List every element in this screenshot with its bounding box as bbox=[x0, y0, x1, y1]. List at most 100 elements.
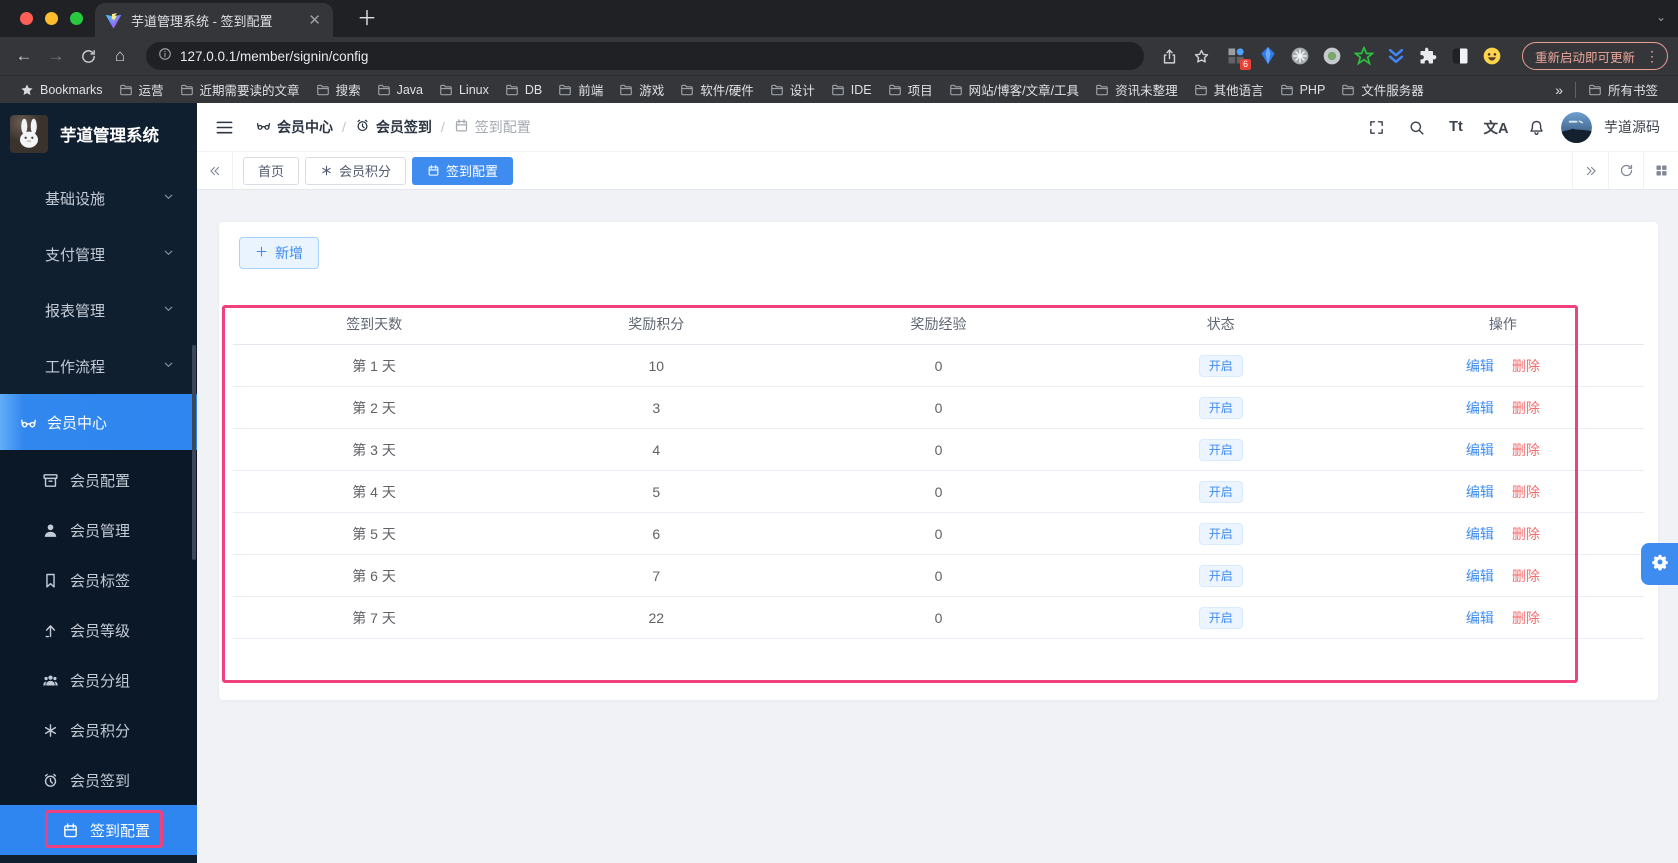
bookmark-folder[interactable]: 游戏 bbox=[611, 77, 672, 102]
bookmark-folder[interactable]: 设计 bbox=[762, 77, 823, 102]
snowflake-extension-icon[interactable] bbox=[1290, 46, 1310, 66]
sidebar-item-会员标签[interactable]: 会员标签 bbox=[0, 555, 197, 605]
home-button[interactable]: ⌂ bbox=[106, 42, 134, 70]
sidebar-item-会员分组[interactable]: 会员分组 bbox=[0, 655, 197, 705]
language-button[interactable]: 文A bbox=[1481, 112, 1511, 142]
app-logo-row[interactable]: 芋道管理系统 bbox=[0, 103, 197, 165]
layout-grid-button[interactable] bbox=[1643, 152, 1678, 189]
record-extension-icon[interactable] bbox=[1322, 46, 1342, 66]
column-header: 操作 bbox=[1488, 315, 1517, 332]
edit-link[interactable]: 编辑 bbox=[1466, 398, 1494, 418]
tag-view-首页[interactable]: 首页 bbox=[243, 156, 300, 185]
sidebar-item-会员配置[interactable]: 会员配置 bbox=[0, 455, 197, 505]
bookmark-folder[interactable]: Linux bbox=[431, 80, 497, 100]
sidebar-section-工作流程[interactable]: 工作流程 bbox=[0, 338, 197, 394]
bookmark-folder[interactable]: DB bbox=[497, 80, 550, 100]
search-icon[interactable] bbox=[1401, 112, 1431, 142]
sidebar-section-报表管理[interactable]: 报表管理 bbox=[0, 282, 197, 338]
font-size-button[interactable]: Tt bbox=[1441, 112, 1471, 142]
bookmarks-star-item[interactable]: Bookmarks bbox=[12, 80, 111, 100]
tab-close-icon[interactable]: ✕ bbox=[306, 11, 323, 29]
delete-link[interactable]: 删除 bbox=[1512, 566, 1540, 586]
edit-link[interactable]: 编辑 bbox=[1466, 356, 1494, 376]
sidebar-item-会员等级[interactable]: 会员等级 bbox=[0, 605, 197, 655]
share-button[interactable] bbox=[1156, 42, 1184, 70]
bookmark-folder[interactable]: 近期需要读的文章 bbox=[172, 77, 308, 102]
table-row: 第 3 天 4 0 开启 编辑 删除 bbox=[233, 429, 1644, 471]
back-button[interactable]: ← bbox=[10, 42, 38, 70]
bookmark-folder[interactable]: 资讯未整理 bbox=[1087, 77, 1186, 102]
delete-link[interactable]: 删除 bbox=[1512, 440, 1540, 460]
grid-badge-extension-icon[interactable]: 6 bbox=[1226, 46, 1251, 70]
theme-settings-button[interactable] bbox=[1641, 543, 1678, 585]
bookmark-folder[interactable]: 其他语言 bbox=[1186, 77, 1272, 102]
reload-button[interactable] bbox=[74, 42, 102, 70]
user-avatar[interactable] bbox=[1561, 111, 1592, 143]
add-button[interactable]: 新增 bbox=[239, 237, 319, 269]
sidebar-section-基础设施[interactable]: 基础设施 bbox=[0, 170, 197, 226]
bookmark-folder[interactable]: 软件/硬件 bbox=[672, 77, 761, 102]
breadcrumb-member-signin[interactable]: 会员签到 bbox=[355, 117, 432, 137]
tags-scroll-left-button[interactable] bbox=[197, 152, 233, 189]
sidebar-section-label: 工作流程 bbox=[45, 358, 106, 376]
puzzle-extension-icon[interactable] bbox=[1418, 46, 1438, 66]
star-green-extension-icon[interactable] bbox=[1353, 45, 1375, 66]
breadcrumb-member-center[interactable]: 会员中心 bbox=[256, 117, 333, 137]
sidebar-item-label: 会员签到 bbox=[70, 772, 131, 790]
level-icon bbox=[42, 622, 59, 639]
delete-link[interactable]: 删除 bbox=[1512, 608, 1540, 628]
sidebar-item-member-center[interactable]: 会员中心 bbox=[0, 394, 197, 450]
edit-link[interactable]: 编辑 bbox=[1466, 440, 1494, 460]
edit-link[interactable]: 编辑 bbox=[1466, 482, 1494, 502]
close-window-button[interactable] bbox=[20, 12, 33, 25]
forward-button[interactable]: → bbox=[42, 42, 70, 70]
bookmark-folder[interactable]: 网站/博客/文章/工具 bbox=[941, 77, 1087, 102]
sidebar-item-会员积分[interactable]: 会员积分 bbox=[0, 705, 197, 755]
kite-extension-icon[interactable] bbox=[1258, 46, 1278, 66]
tags-scroll-right-button[interactable] bbox=[1572, 152, 1608, 189]
delete-link[interactable]: 删除 bbox=[1512, 482, 1540, 502]
fullscreen-icon[interactable] bbox=[1361, 112, 1391, 142]
sidebar-item-signin-config[interactable]: 签到配置 bbox=[0, 805, 197, 855]
tag-view-签到配置[interactable]: 签到配置 bbox=[412, 156, 514, 185]
edit-link[interactable]: 编辑 bbox=[1466, 524, 1494, 544]
new-tab-button[interactable]: ＋ bbox=[351, 2, 383, 37]
username[interactable]: 芋道源码 bbox=[1604, 117, 1660, 137]
browser-menu-icon[interactable]: ⋮ bbox=[1641, 48, 1663, 65]
tab-search-icon[interactable]: ⌄ bbox=[1656, 10, 1666, 24]
browser-update-button[interactable]: 重新启动即可更新 ⋮ bbox=[1521, 42, 1668, 70]
all-bookmarks-folder[interactable]: 所有书签 bbox=[1580, 77, 1666, 102]
cell-signin-day: 第 4 天 bbox=[352, 483, 396, 500]
bookmark-folder[interactable]: 项目 bbox=[880, 77, 941, 102]
bookmarks-overflow-button[interactable]: » bbox=[1547, 82, 1571, 98]
delete-link[interactable]: 删除 bbox=[1512, 524, 1540, 544]
sidebar-item-会员管理[interactable]: 会员管理 bbox=[0, 505, 197, 555]
chevrons-extension-icon[interactable] bbox=[1386, 46, 1406, 66]
browser-tab[interactable]: 芋道管理系统 - 签到配置 ✕ bbox=[95, 3, 333, 37]
collapse-menu-icon[interactable] bbox=[215, 118, 234, 137]
tag-view-会员积分[interactable]: 会员积分 bbox=[305, 156, 407, 185]
emoji-extension-icon[interactable] bbox=[1482, 46, 1502, 66]
site-info-icon[interactable] bbox=[158, 47, 172, 66]
delete-link[interactable]: 删除 bbox=[1512, 398, 1540, 418]
sidebar-section-支付管理[interactable]: 支付管理 bbox=[0, 226, 197, 282]
notification-bell-icon[interactable] bbox=[1521, 112, 1551, 142]
edit-link[interactable]: 编辑 bbox=[1466, 566, 1494, 586]
sidebar-item-member-signin[interactable]: 会员签到 bbox=[0, 755, 197, 805]
contrast-extension-icon[interactable] bbox=[1450, 46, 1470, 66]
bookmark-star-button[interactable] bbox=[1188, 42, 1216, 70]
bookmark-folder[interactable]: 搜索 bbox=[308, 77, 369, 102]
bookmark-folder[interactable]: 前端 bbox=[550, 77, 611, 102]
delete-link[interactable]: 删除 bbox=[1512, 356, 1540, 376]
refresh-page-button[interactable] bbox=[1608, 152, 1643, 189]
bookmark-folder[interactable]: 运营 bbox=[111, 77, 172, 102]
bookmark-folder[interactable]: PHP bbox=[1272, 80, 1334, 100]
edit-link[interactable]: 编辑 bbox=[1466, 608, 1494, 628]
bookmark-folder[interactable]: 文件服务器 bbox=[1333, 77, 1432, 102]
url-bar[interactable]: 127.0.0.1/member/signin/config bbox=[146, 42, 1144, 70]
bookmark-folder[interactable]: Java bbox=[369, 80, 431, 100]
sidebar-scrollbar[interactable] bbox=[192, 345, 196, 560]
zoom-window-button[interactable] bbox=[70, 12, 83, 25]
bookmark-folder[interactable]: IDE bbox=[823, 80, 880, 100]
minimize-window-button[interactable] bbox=[45, 12, 58, 25]
